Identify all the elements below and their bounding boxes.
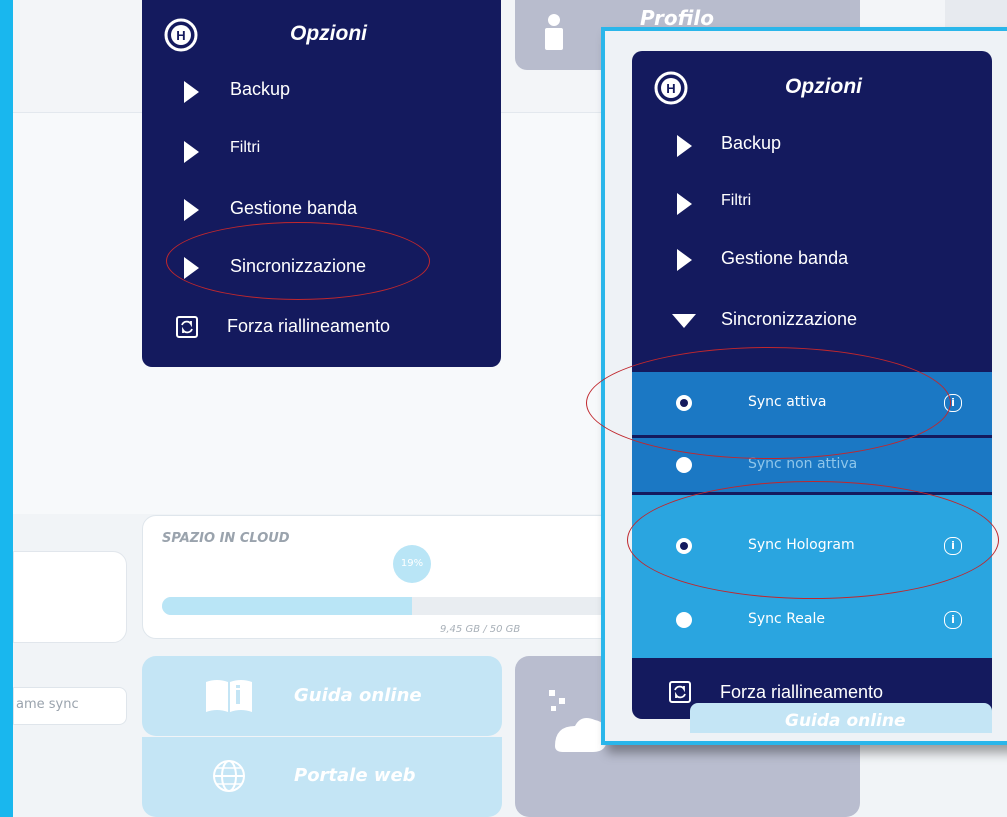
expand-arrow-icon [677, 193, 692, 215]
hologram-logo-icon: H [654, 71, 688, 105]
zoomed-menu-title: Opzioni [785, 75, 862, 98]
collapse-arrow-icon [672, 314, 696, 328]
cloud-usage-badge: 19% [393, 545, 431, 583]
left-card [13, 551, 127, 643]
radio-unselected [676, 612, 692, 628]
guide-online-label: Guida online [294, 685, 422, 706]
left-accent-bar [0, 0, 13, 817]
zoomed-menu-item-backup[interactable]: Backup [721, 133, 781, 154]
globe-icon [213, 760, 245, 792]
options-menu: H Opzioni Backup Filtri Gestione banda S… [142, 0, 501, 367]
expand-arrow-icon [184, 81, 199, 103]
annotation-ellipse [627, 481, 999, 599]
zoomed-force-realign-button[interactable]: Forza riallineamento [720, 682, 883, 703]
book-icon [206, 680, 252, 712]
sync-option-real[interactable]: Sync Reale i [632, 595, 992, 658]
sync-name-text: ame sync [16, 697, 79, 712]
refresh-icon [176, 316, 198, 338]
menu-item-gestione-banda[interactable]: Gestione banda [230, 198, 357, 219]
force-realign-button[interactable]: Forza riallineamento [227, 316, 390, 337]
web-portal-button[interactable]: Portale web [142, 737, 502, 817]
user-icon [545, 14, 563, 50]
svg-text:H: H [666, 81, 675, 96]
svg-text:H: H [176, 28, 185, 43]
annotation-ellipse [586, 347, 951, 459]
menu-title: Opzioni [290, 22, 367, 45]
info-icon[interactable]: i [944, 611, 962, 629]
expand-arrow-icon [677, 135, 692, 157]
zoomed-menu-item-filtri[interactable]: Filtri [721, 192, 751, 210]
expand-arrow-icon [184, 141, 199, 163]
sync-option-label: Sync Reale [748, 611, 825, 627]
menu-item-backup[interactable]: Backup [230, 79, 290, 100]
annotation-ellipse [166, 222, 430, 300]
sync-name-field[interactable]: ame sync [13, 687, 127, 725]
expand-arrow-icon [184, 199, 199, 221]
radio-unselected [676, 457, 692, 473]
zoomed-menu-item-gestione-banda[interactable]: Gestione banda [721, 248, 848, 269]
refresh-icon [669, 681, 691, 703]
web-portal-label: Portale web [294, 765, 416, 786]
cloud-space-title: SPAZIO IN CLOUD [162, 531, 290, 546]
zoomed-menu-item-sincronizzazione[interactable]: Sincronizzazione [721, 309, 857, 330]
guide-online-button[interactable]: Guida online [142, 656, 502, 736]
cloud-usage-fill [162, 597, 412, 615]
expand-arrow-icon [677, 249, 692, 271]
cloud-storage-text: 9,45 GB / 50 GB [440, 624, 521, 635]
zoomed-guide-button[interactable]: Guida online [690, 703, 992, 733]
zoomed-guide-label: Guida online [785, 711, 906, 731]
menu-item-filtri[interactable]: Filtri [230, 139, 260, 157]
hologram-logo-icon: H [164, 18, 198, 52]
